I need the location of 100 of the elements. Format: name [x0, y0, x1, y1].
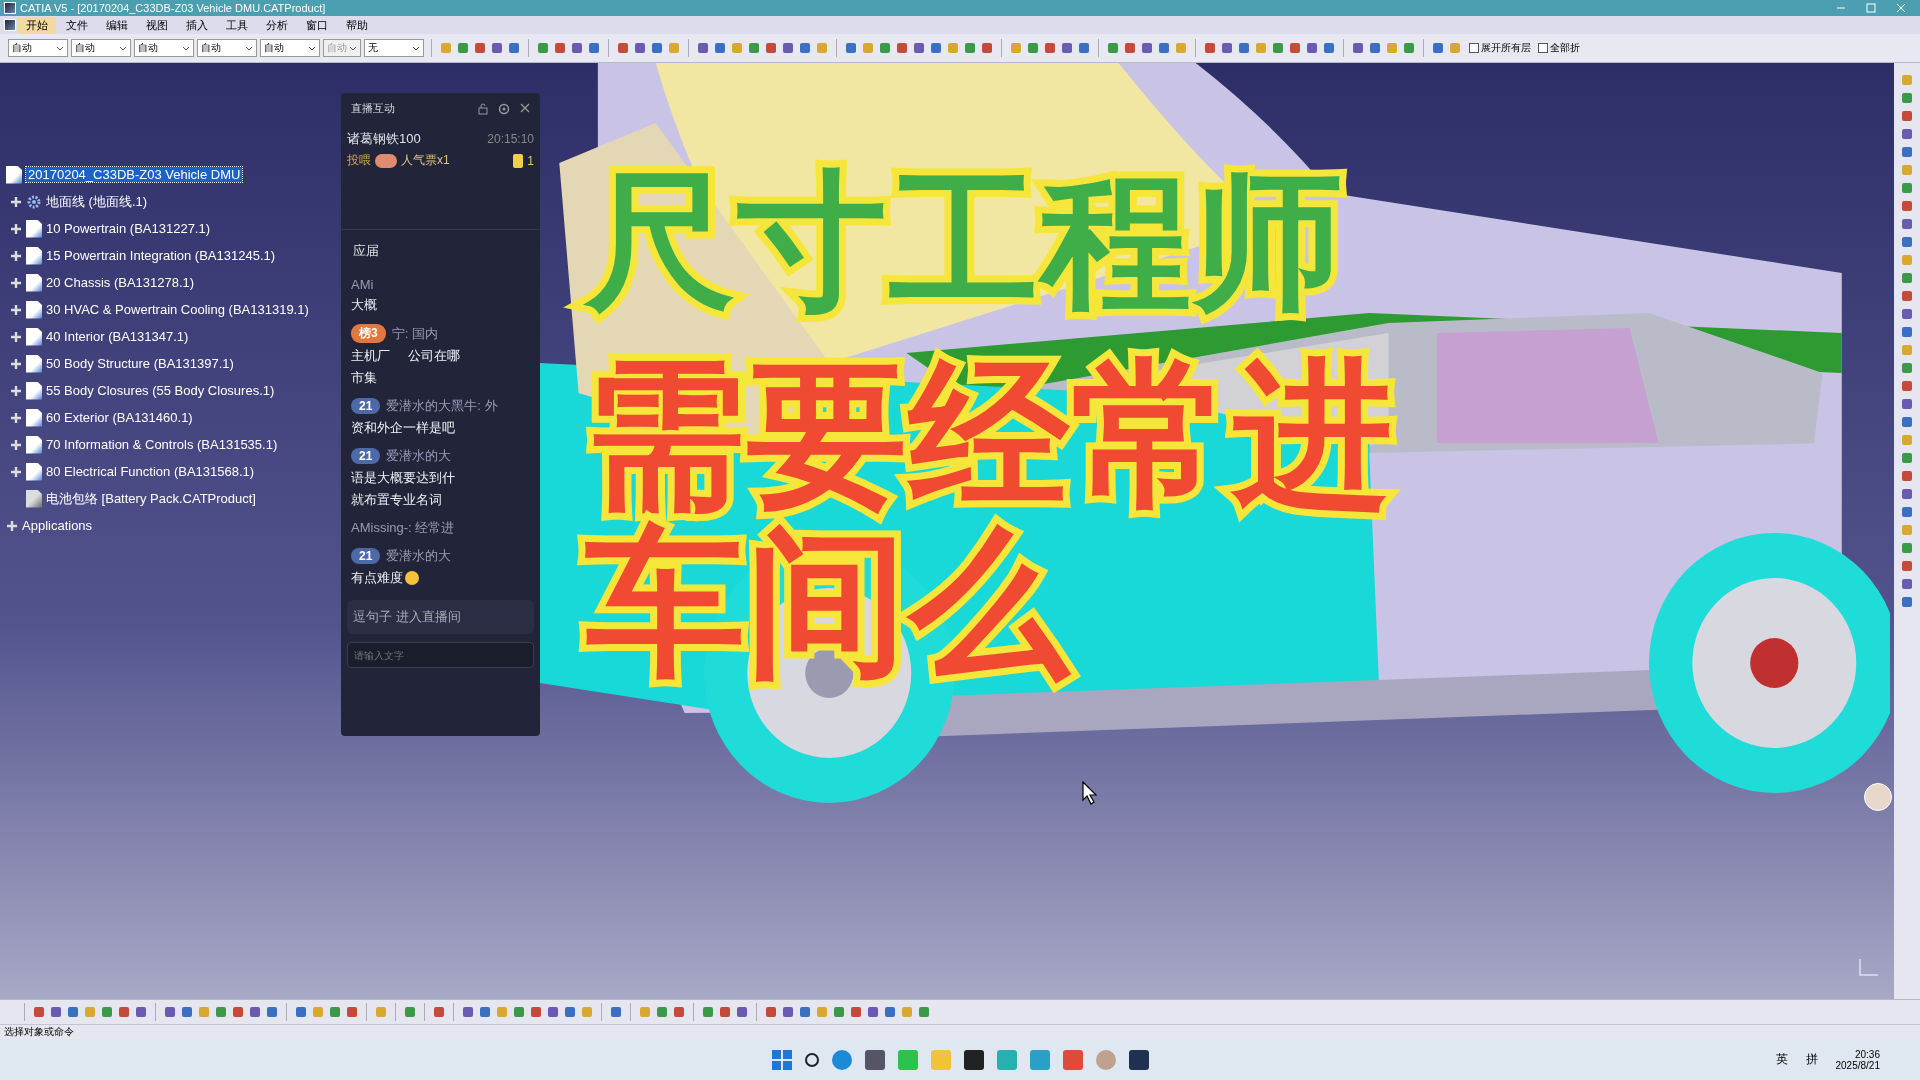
- tree-item[interactable]: 20170204_C33DB-Z03 Vehicle DMU: [6, 161, 309, 188]
- lock-icon[interactable]: [478, 102, 488, 115]
- toolbar-icon[interactable]: [1368, 41, 1382, 55]
- toolbar-icon[interactable]: [781, 41, 795, 55]
- expand-icon[interactable]: [10, 222, 22, 235]
- expand-icon[interactable]: [6, 519, 18, 532]
- toolbar-icon[interactable]: [134, 1005, 148, 1019]
- toolbar-icon[interactable]: [963, 41, 977, 55]
- menu-item[interactable]: 工具: [218, 16, 256, 34]
- toolbar-icon[interactable]: [403, 1005, 417, 1019]
- toolbar-icon[interactable]: [895, 41, 909, 55]
- menu-item[interactable]: 帮助: [338, 16, 376, 34]
- toolbar-icon[interactable]: [461, 1005, 475, 1019]
- toolbar-icon[interactable]: [633, 41, 647, 55]
- app-icon[interactable]: [963, 1049, 984, 1070]
- search-icon[interactable]: [804, 1052, 819, 1067]
- toolbar-icon[interactable]: [1900, 379, 1914, 393]
- toolbar-icon[interactable]: [345, 1005, 359, 1019]
- checkbox[interactable]: 全部折: [1538, 41, 1580, 55]
- toolbar-icon[interactable]: [616, 41, 630, 55]
- dropdown[interactable]: 自动: [8, 39, 68, 57]
- toolbar-icon[interactable]: [1900, 181, 1914, 195]
- menu-item[interactable]: 插入: [178, 16, 216, 34]
- toolbar-icon[interactable]: [866, 1005, 880, 1019]
- toolbar-icon[interactable]: [478, 1005, 492, 1019]
- toolbar-icon[interactable]: [1900, 361, 1914, 375]
- expand-icon[interactable]: [10, 249, 22, 262]
- toolbar-icon[interactable]: [1900, 451, 1914, 465]
- toolbar-icon[interactable]: [1900, 397, 1914, 411]
- toolbar-icon[interactable]: [231, 1005, 245, 1019]
- toolbar-icon[interactable]: [1900, 487, 1914, 501]
- tree-item[interactable]: 40 Interior (BA131347.1): [6, 323, 309, 350]
- toolbar-icon[interactable]: [912, 41, 926, 55]
- app-icon[interactable]: [1128, 1049, 1149, 1070]
- toolbar-icon[interactable]: [929, 41, 943, 55]
- 3d-viewport[interactable]: [0, 63, 1894, 999]
- toolbar-icon[interactable]: [1043, 41, 1057, 55]
- caret-icon[interactable]: [412, 45, 420, 51]
- toolbar-icon[interactable]: [883, 1005, 897, 1019]
- toolbar-icon[interactable]: [1900, 235, 1914, 249]
- toolbar-icon[interactable]: [163, 1005, 177, 1019]
- toolbar-icon[interactable]: [798, 1005, 812, 1019]
- toolbar-icon[interactable]: [718, 1005, 732, 1019]
- toolbar-icon[interactable]: [248, 1005, 262, 1019]
- toolbar-icon[interactable]: [1157, 41, 1171, 55]
- tree-item[interactable]: 地面线 (地面线.1): [6, 188, 309, 215]
- toolbar-icon[interactable]: [1900, 289, 1914, 303]
- toolbar-icon[interactable]: [696, 41, 710, 55]
- toolbar-icon[interactable]: [1900, 595, 1914, 609]
- toolbar-icon[interactable]: [844, 41, 858, 55]
- toolbar-icon[interactable]: [849, 1005, 863, 1019]
- toolbar-icon[interactable]: [1900, 469, 1914, 483]
- expand-icon[interactable]: [10, 438, 22, 451]
- toolbar-icon[interactable]: [1900, 505, 1914, 519]
- tree-item[interactable]: 30 HVAC & Powertrain Cooling (BA131319.1): [6, 296, 309, 323]
- dropdown[interactable]: 自动: [260, 39, 320, 57]
- tree-item[interactable]: 50 Body Structure (BA131397.1): [6, 350, 309, 377]
- toolbar-icon[interactable]: [832, 1005, 846, 1019]
- dropdown[interactable]: 无: [364, 39, 424, 57]
- toolbar-icon[interactable]: [672, 1005, 686, 1019]
- toolbar-icon[interactable]: [265, 1005, 279, 1019]
- toolbar-icon[interactable]: [609, 1005, 623, 1019]
- input-mode[interactable]: 拼: [1805, 1051, 1818, 1068]
- expand-icon[interactable]: [10, 357, 22, 370]
- toolbar-icon[interactable]: [294, 1005, 308, 1019]
- dropdown[interactable]: 自动: [134, 39, 194, 57]
- tree-item[interactable]: 20 Chassis (BA131278.1): [6, 269, 309, 296]
- toolbar-icon[interactable]: [713, 41, 727, 55]
- toolbar-icon[interactable]: [1900, 415, 1914, 429]
- toolbar-icon[interactable]: [587, 41, 601, 55]
- toolbar-icon[interactable]: [781, 1005, 795, 1019]
- toolbar-icon[interactable]: [1900, 145, 1914, 159]
- expand-icon[interactable]: [10, 384, 22, 397]
- toolbar-icon[interactable]: [1402, 41, 1416, 55]
- browser-icon[interactable]: [831, 1049, 852, 1070]
- toolbar-icon[interactable]: [536, 41, 550, 55]
- maximize-icon[interactable]: [1866, 3, 1876, 13]
- toolbar-icon[interactable]: [764, 41, 778, 55]
- toolbar-icon[interactable]: [1123, 41, 1137, 55]
- toolbar-icon[interactable]: [1351, 41, 1365, 55]
- toolbar-icon[interactable]: [180, 1005, 194, 1019]
- toolbar-icon[interactable]: [655, 1005, 669, 1019]
- menu-item[interactable]: 视图: [138, 16, 176, 34]
- toolbar-icon[interactable]: [49, 1005, 63, 1019]
- toolbar-icon[interactable]: [117, 1005, 131, 1019]
- dropdown[interactable]: 自动: [71, 39, 131, 57]
- toolbar-icon[interactable]: [570, 41, 584, 55]
- toolbar-icon[interactable]: [529, 1005, 543, 1019]
- dropdown[interactable]: 自动: [197, 39, 257, 57]
- toolbar-icon[interactable]: [1026, 41, 1040, 55]
- settings-icon[interactable]: [498, 102, 510, 115]
- caret-icon[interactable]: [245, 45, 253, 51]
- tree-item[interactable]: 10 Powertrain (BA131227.1): [6, 215, 309, 242]
- toolbar-icon[interactable]: [1900, 559, 1914, 573]
- toolbar-icon[interactable]: [1900, 91, 1914, 105]
- toolbar-icon[interactable]: [507, 41, 521, 55]
- toolbar-icon[interactable]: [328, 1005, 342, 1019]
- checkbox[interactable]: 展开所有层: [1469, 41, 1531, 55]
- expand-icon[interactable]: [10, 465, 22, 478]
- toolbar-icon[interactable]: [1305, 41, 1319, 55]
